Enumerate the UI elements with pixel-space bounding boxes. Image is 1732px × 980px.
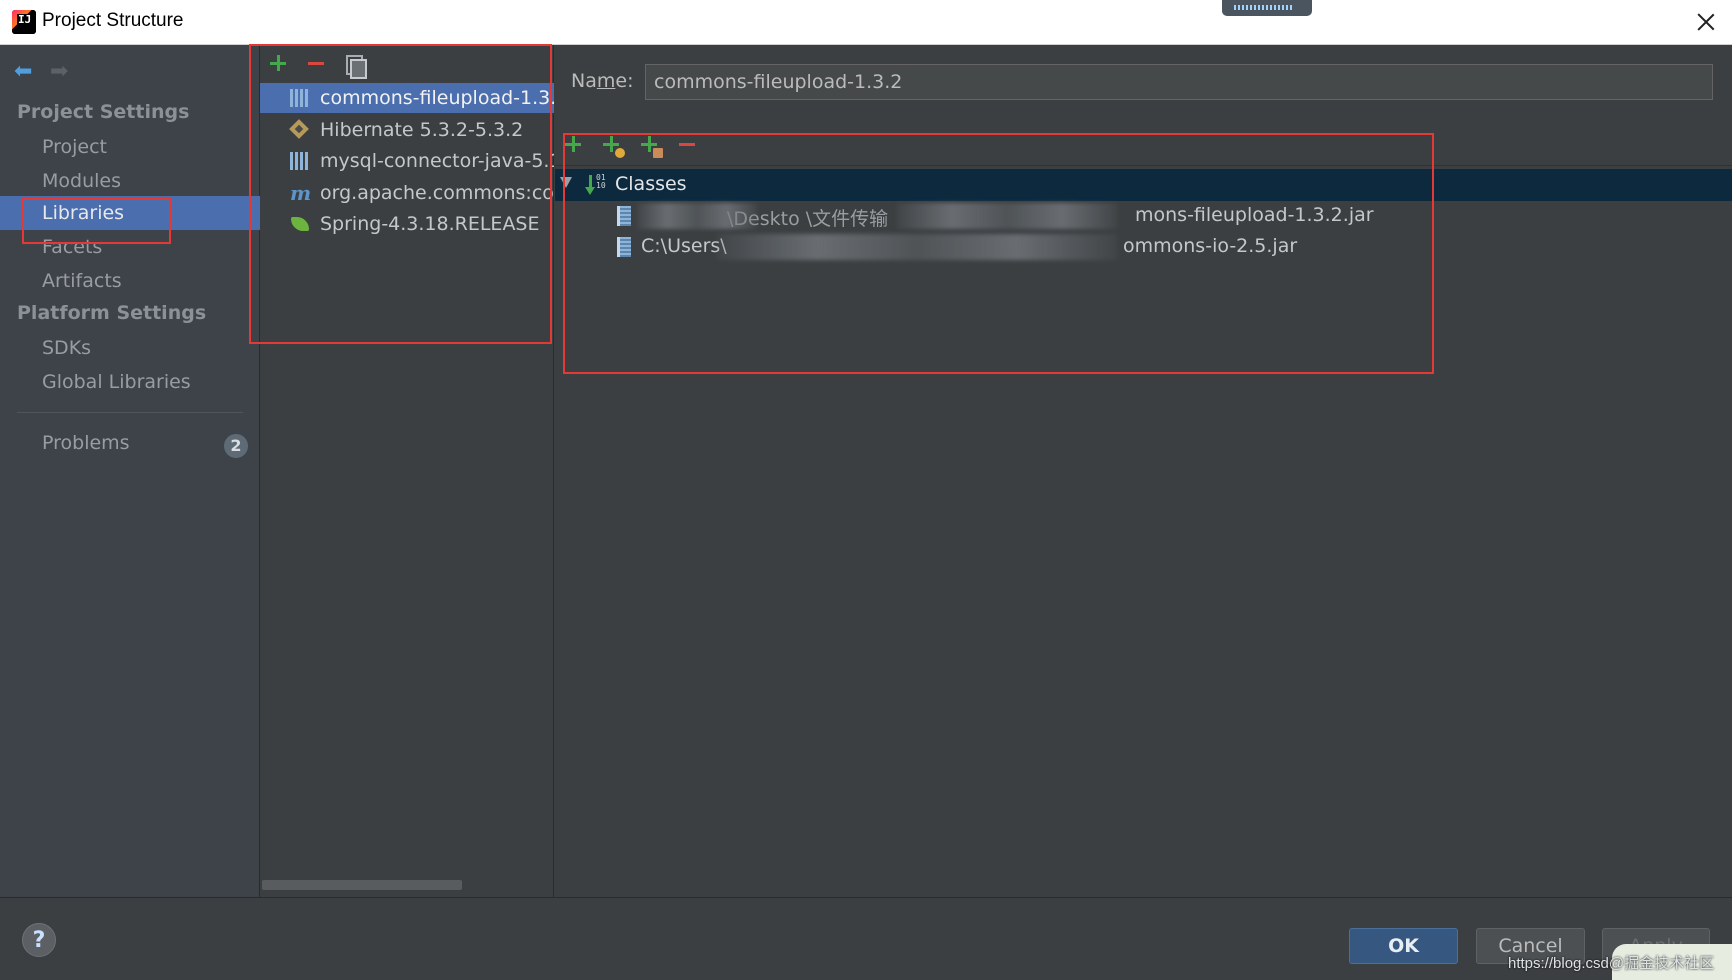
tree-node-jar[interactable]: \Deskto \文件传输 mons-fileupload-1.3.2.jar	[617, 201, 1617, 231]
tree-node-jar[interactable]: C:\Users\ ommons-io-2.5.jar	[617, 232, 1617, 262]
help-button[interactable]: ?	[22, 923, 56, 957]
library-item[interactable]: mysql-connector-java-5.1.4	[260, 146, 554, 176]
sidebar-item-global-libraries[interactable]: Global Libraries	[0, 365, 260, 399]
sidebar-item-facets[interactable]: Facets	[0, 230, 260, 264]
platform-settings-heading: Platform Settings	[17, 302, 207, 324]
library-bars-icon	[290, 89, 310, 107]
library-name: Spring-4.3.18.RELEASE	[320, 213, 540, 235]
sidebar-item-project[interactable]: Project	[0, 130, 260, 164]
sidebar-item-artifacts[interactable]: Artifacts	[0, 264, 260, 298]
remove-library-icon[interactable]	[302, 49, 330, 77]
library-name: org.apache.commons:comm	[320, 182, 554, 204]
sidebar-item-sdks[interactable]: SDKs	[0, 331, 260, 365]
library-name: mysql-connector-java-5.1.4	[320, 150, 554, 172]
watermark-text: https://blog.csd@掘金技术社区	[1508, 955, 1715, 972]
jar-file-icon	[617, 206, 631, 226]
library-name: Hibernate 5.3.2-5.3.2	[320, 119, 524, 141]
add-root-icon[interactable]	[559, 130, 589, 160]
sidebar-item-modules[interactable]: Modules	[0, 164, 260, 198]
project-settings-heading: Project Settings	[17, 101, 190, 123]
jar-badge-icon	[653, 148, 663, 158]
redacted-path	[637, 203, 757, 229]
redacted-path	[717, 234, 1117, 260]
jar-path-end: mons-fileupload-1.3.2.jar	[1135, 204, 1374, 226]
copy-library-icon[interactable]	[340, 49, 368, 79]
tree-node-classes[interactable]: 01 10 Classes	[555, 169, 1732, 201]
spring-leaf-icon	[290, 215, 310, 233]
problems-label: Problems	[42, 432, 130, 454]
memory-indicator-widget	[1222, 0, 1312, 16]
ok-button[interactable]: OK	[1349, 928, 1458, 964]
sidebar-item-libraries[interactable]: Libraries	[0, 196, 260, 230]
expand-arrow-icon[interactable]	[560, 177, 572, 188]
library-list-panel: commons-fileupload-1.3.2 Hibernate 5.3.2…	[260, 45, 554, 897]
attach-jar-icon[interactable]	[635, 130, 665, 160]
back-arrow-icon[interactable]: ⬅	[14, 59, 32, 84]
name-label: Name:	[571, 70, 634, 92]
add-library-icon[interactable]	[264, 49, 292, 77]
redacted-path	[897, 203, 1117, 229]
close-icon[interactable]	[1694, 10, 1718, 34]
sidebar-item-problems[interactable]: Problems 2	[0, 426, 260, 460]
library-bars-icon	[290, 152, 310, 170]
jar-path-start: C:\Users\	[641, 235, 727, 257]
maven-icon: m	[290, 181, 312, 205]
tree-separator	[555, 165, 1732, 166]
intellij-app-icon: IJ	[12, 10, 36, 34]
library-name: commons-fileupload-1.3.2	[320, 87, 554, 109]
library-item[interactable]: commons-fileupload-1.3.2	[260, 83, 554, 113]
hibernate-icon	[290, 121, 310, 139]
sidebar-divider	[17, 412, 243, 413]
horizontal-scrollbar[interactable]	[262, 880, 462, 890]
globe-badge-icon	[615, 148, 625, 158]
settings-sidebar: ⬅ ➡ Project Settings Project Modules Lib…	[0, 45, 260, 897]
library-item[interactable]: Hibernate 5.3.2-5.3.2	[260, 115, 554, 145]
classes-icon: 01 10	[585, 173, 606, 197]
library-detail-panel: Name: commons-fileupload-1.3.2 01 10 Clas…	[555, 45, 1732, 897]
library-name-field[interactable]: commons-fileupload-1.3.2	[645, 64, 1713, 100]
window-title: Project Structure	[42, 10, 184, 31]
library-item[interactable]: m org.apache.commons:comm	[260, 178, 554, 208]
forward-arrow-icon[interactable]: ➡	[50, 59, 68, 84]
dialog-button-bar: ? OK Cancel Apply https://blog.csd@掘金技术社…	[0, 897, 1732, 980]
jar-file-icon	[617, 237, 631, 257]
jar-path-end: ommons-io-2.5.jar	[1123, 235, 1298, 257]
classes-label: Classes	[615, 173, 687, 195]
problems-count-badge: 2	[224, 434, 248, 458]
library-item[interactable]: Spring-4.3.18.RELEASE	[260, 209, 554, 239]
add-url-root-icon[interactable]	[597, 130, 627, 160]
title-bar: IJ Project Structure	[0, 0, 1732, 45]
remove-root-icon[interactable]	[673, 130, 703, 160]
